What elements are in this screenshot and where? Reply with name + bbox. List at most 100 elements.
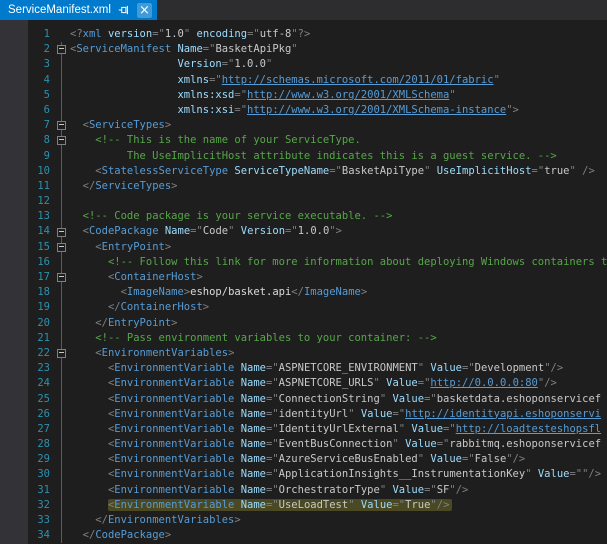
line-number: 3 — [0, 57, 55, 72]
code-line[interactable]: 29 <EnvironmentVariable Name="AzureServi… — [0, 452, 607, 467]
line-number: 23 — [0, 361, 55, 376]
line-number: 1 — [0, 27, 55, 42]
outline-guide — [55, 483, 68, 498]
outline-guide — [55, 255, 68, 270]
outline-guide — [55, 149, 68, 164]
code-line[interactable]: 15 <EntryPoint> — [0, 240, 607, 255]
code-line[interactable]: 34 </CodePackage> — [0, 528, 607, 543]
code-text: <EnvironmentVariable Name="UseLoadTest" … — [68, 498, 607, 513]
code-line[interactable]: 28 <EnvironmentVariable Name="EventBusCo… — [0, 437, 607, 452]
code-text: <!-- This is the name of your ServiceTyp… — [68, 133, 607, 148]
pin-icon[interactable] — [117, 3, 131, 17]
code-line[interactable]: 20 </EntryPoint> — [0, 316, 607, 331]
outline-guide — [55, 467, 68, 482]
code-line[interactable]: 1<?xml version="1.0" encoding="utf-8"?> — [0, 27, 607, 42]
fold-marker-icon[interactable] — [55, 346, 68, 361]
code-text: <EnvironmentVariable Name="ApplicationIn… — [68, 467, 607, 482]
fold-marker-icon[interactable] — [55, 133, 68, 148]
code-line[interactable]: 26 <EnvironmentVariable Name="identityUr… — [0, 407, 607, 422]
code-line[interactable]: 9 The UseImplicitHost attribute indicate… — [0, 149, 607, 164]
code-line[interactable]: 5 xmlns:xsd="http://www.w3.org/2001/XMLS… — [0, 88, 607, 103]
code-line[interactable]: 32 <EnvironmentVariable Name="UseLoadTes… — [0, 498, 607, 513]
code-line[interactable]: 25 <EnvironmentVariable Name="Connection… — [0, 392, 607, 407]
line-number: 10 — [0, 164, 55, 179]
line-number: 13 — [0, 209, 55, 224]
fold-marker-icon[interactable] — [55, 240, 68, 255]
code-text: </EntryPoint> — [68, 316, 607, 331]
code-line[interactable]: 3 Version="1.0.0" — [0, 57, 607, 72]
code-line[interactable]: 24 <EnvironmentVariable Name="ASPNETCORE… — [0, 376, 607, 391]
close-icon[interactable]: × — [137, 3, 152, 18]
line-number: 11 — [0, 179, 55, 194]
line-number: 8 — [0, 133, 55, 148]
line-number: 30 — [0, 467, 55, 482]
code-line[interactable]: 21 <!-- Pass environment variables to yo… — [0, 331, 607, 346]
code-line[interactable]: 33 </EnvironmentVariables> — [0, 513, 607, 528]
fold-marker-icon[interactable] — [55, 118, 68, 133]
code-text: <EnvironmentVariable Name="IdentityUrlEx… — [68, 422, 607, 437]
code-line[interactable]: 4 xmlns="http://schemas.microsoft.com/20… — [0, 73, 607, 88]
tab-bar: ServiceManifest.xml × — [0, 0, 607, 20]
code-text: <EnvironmentVariable Name="identityUrl" … — [68, 407, 607, 422]
code-line[interactable]: 12 — [0, 194, 607, 209]
code-line[interactable]: 17 <ContainerHost> — [0, 270, 607, 285]
code-text: <ContainerHost> — [68, 270, 607, 285]
outline-guide — [55, 194, 68, 209]
code-text: Version="1.0.0" — [68, 57, 607, 72]
match-highlight: <EnvironmentVariable Name="UseLoadTest" … — [108, 499, 452, 511]
code-text: <StatelessServiceType ServiceTypeName="B… — [68, 164, 607, 179]
line-number: 16 — [0, 255, 55, 270]
line-number: 34 — [0, 528, 55, 543]
code-line[interactable]: 2<ServiceManifest Name="BasketApiPkg" — [0, 42, 607, 57]
outline-guide — [55, 73, 68, 88]
code-text: </ContainerHost> — [68, 300, 607, 315]
code-line[interactable]: 6 xmlns:xsi="http://www.w3.org/2001/XMLS… — [0, 103, 607, 118]
code-text: The UseImplicitHost attribute indicates … — [68, 149, 607, 164]
code-text: <!-- Pass environment variables to your … — [68, 331, 607, 346]
code-line[interactable]: 31 <EnvironmentVariable Name="Orchestrat… — [0, 483, 607, 498]
fold-marker-icon[interactable] — [55, 42, 68, 57]
line-number: 21 — [0, 331, 55, 346]
code-line[interactable]: 7 <ServiceTypes> — [0, 118, 607, 133]
code-text: </EnvironmentVariables> — [68, 513, 607, 528]
code-line[interactable]: 10 <StatelessServiceType ServiceTypeName… — [0, 164, 607, 179]
code-text: <EnvironmentVariables> — [68, 346, 607, 361]
code-line[interactable]: 22 <EnvironmentVariables> — [0, 346, 607, 361]
code-line[interactable]: 27 <EnvironmentVariable Name="IdentityUr… — [0, 422, 607, 437]
code-line[interactable]: 11 </ServiceTypes> — [0, 179, 607, 194]
line-number: 29 — [0, 452, 55, 467]
code-line[interactable]: 18 <ImageName>eshop/basket.api</ImageNam… — [0, 285, 607, 300]
code-line[interactable]: 14 <CodePackage Name="Code" Version="1.0… — [0, 224, 607, 239]
code-line[interactable]: 19 </ContainerHost> — [0, 300, 607, 315]
code-text: <ServiceTypes> — [68, 118, 607, 133]
code-line[interactable]: 30 <EnvironmentVariable Name="Applicatio… — [0, 467, 607, 482]
tab-servicemanifest[interactable]: ServiceManifest.xml × — [0, 0, 157, 20]
code-line[interactable]: 8 <!-- This is the name of your ServiceT… — [0, 133, 607, 148]
code-area: 1<?xml version="1.0" encoding="utf-8"?>2… — [0, 27, 607, 543]
code-text: <ImageName>eshop/basket.api</ImageName> — [68, 285, 607, 300]
code-text: <EnvironmentVariable Name="ASPNETCORE_EN… — [68, 361, 607, 376]
line-number: 32 — [0, 498, 55, 513]
outline-guide — [55, 407, 68, 422]
line-number: 18 — [0, 285, 55, 300]
fold-marker-icon[interactable] — [55, 224, 68, 239]
line-number: 24 — [0, 376, 55, 391]
code-text: <!-- Code package is your service execut… — [68, 209, 607, 224]
line-number: 17 — [0, 270, 55, 285]
outline-guide — [55, 437, 68, 452]
outline-guide — [55, 209, 68, 224]
line-number: 19 — [0, 300, 55, 315]
outline-guide — [55, 498, 68, 513]
outline-guide — [55, 392, 68, 407]
line-number: 2 — [0, 42, 55, 57]
code-text: xmlns:xsd="http://www.w3.org/2001/XMLSch… — [68, 88, 607, 103]
line-number: 12 — [0, 194, 55, 209]
code-line[interactable]: 13 <!-- Code package is your service exe… — [0, 209, 607, 224]
code-text: <EnvironmentVariable Name="ConnectionStr… — [68, 392, 607, 407]
code-text: <EnvironmentVariable Name="OrchestratorT… — [68, 483, 607, 498]
code-line[interactable]: 16 <!-- Follow this link for more inform… — [0, 255, 607, 270]
code-text: xmlns:xsi="http://www.w3.org/2001/XMLSch… — [68, 103, 607, 118]
outline-guide — [55, 513, 68, 528]
code-line[interactable]: 23 <EnvironmentVariable Name="ASPNETCORE… — [0, 361, 607, 376]
fold-marker-icon[interactable] — [55, 270, 68, 285]
